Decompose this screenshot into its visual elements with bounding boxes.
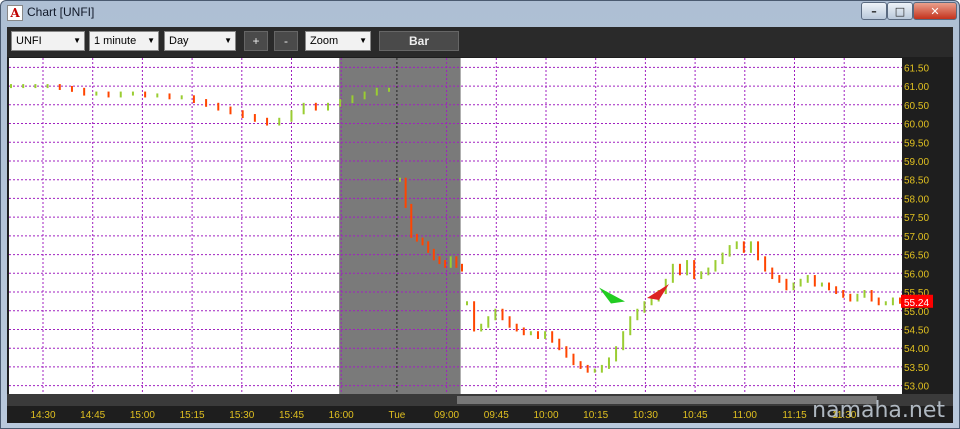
price-tick-label: 60.50 [904,101,929,112]
price-tick-label: 58.50 [904,176,929,187]
period-select[interactable]: Day ▼ [164,31,236,51]
zoom-select[interactable]: Zoom ▼ [305,31,371,51]
price-tick-label: 56.50 [904,251,929,262]
price-tick-label: 61.00 [904,82,929,93]
time-tick-label: 15:45 [279,410,304,421]
chevron-down-icon: ▼ [224,36,232,45]
window-title: Chart [UNFI] [27,5,95,19]
time-tick-label: 11:00 [733,410,758,421]
chevron-down-icon: ▼ [73,36,81,45]
price-tick-label: 53.50 [904,363,929,374]
zoom-value: Zoom [310,35,339,47]
chevron-down-icon: ▼ [359,36,367,45]
price-tick-label: 59.00 [904,157,929,168]
maximize-button[interactable]: □ [887,2,913,20]
interval-value: 1 minute [94,35,137,47]
time-tick-label: 14:30 [30,410,55,421]
watermark-text: namaha.net [812,398,945,423]
price-tick-label: 57.50 [904,213,929,224]
symbol-select[interactable]: UNFI ▼ [11,31,85,51]
price-tick-label: 53.00 [904,382,929,393]
chart-panel: UNFI ▼ 1 minute ▼ Day ▼ + - Zoom ▼ Bar 6… [7,27,953,423]
symbol-value: UNFI [16,35,42,47]
close-button[interactable]: ✕ [913,2,957,20]
time-tick-label: 10:15 [583,410,608,421]
zoom-in-button[interactable]: + [244,31,268,51]
closed-session-shade [339,58,461,395]
zoom-out-button[interactable]: - [274,31,298,51]
time-tick-label: 15:00 [130,410,155,421]
chart-toolbar: UNFI ▼ 1 minute ▼ Day ▼ + - Zoom ▼ Bar [7,27,953,57]
time-tick-label: 14:45 [80,410,105,421]
period-value: Day [169,35,189,47]
time-tick-label: 16:00 [329,410,354,421]
time-tick-label: 10:30 [633,410,658,421]
time-tick-label: 11:15 [782,410,807,421]
time-tick-label: 15:15 [180,410,205,421]
price-tick-label: 61.50 [904,63,929,74]
price-tick-label: 54.50 [904,325,929,336]
last-price-label: 55.24 [904,298,929,309]
app-icon: A [7,5,23,21]
time-tick-label: 09:00 [434,410,459,421]
time-tick-label: 15:30 [229,410,254,421]
price-tick-label: 57.00 [904,232,929,243]
price-tick-label: 59.50 [904,138,929,149]
time-tick-label: 10:00 [533,410,558,421]
minimize-button[interactable]: – [861,2,887,20]
time-tick-label: 09:45 [484,410,509,421]
price-tick-label: 58.00 [904,194,929,205]
title-bar[interactable]: A Chart [UNFI] – □ ✕ [1,1,959,25]
bar-style-button[interactable]: Bar [379,31,459,51]
time-tick-label: Tue [388,410,405,421]
chevron-down-icon: ▼ [147,36,155,45]
price-tick-label: 60.00 [904,120,929,131]
price-chart[interactable]: 61.50 61.00 60.50 60.00 59.50 59.00 58.50 58.00… [7,57,953,423]
chart-window: A Chart [UNFI] – □ ✕ UNFI ▼ 1 minute ▼ D… [0,0,960,429]
time-tick-label: 10:45 [683,410,708,421]
price-tick-label: 54.00 [904,344,929,355]
price-tick-label: 56.00 [904,269,929,280]
interval-select[interactable]: 1 minute ▼ [89,31,159,51]
